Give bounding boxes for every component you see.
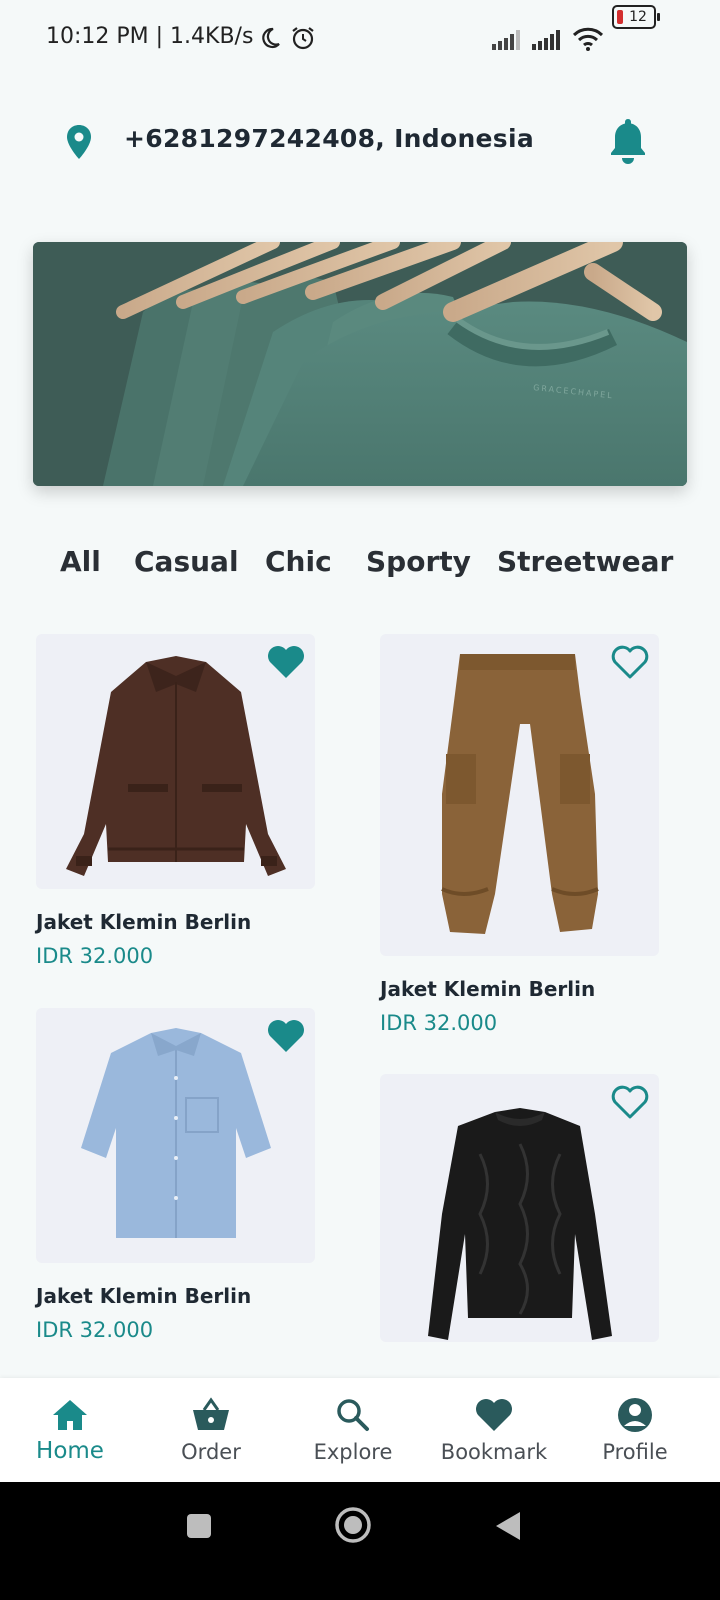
category-casual[interactable]: Casual [134,545,239,578]
basket-icon [193,1397,229,1430]
wifi-icon [572,27,604,51]
nav-label: Explore [313,1440,393,1464]
nav-label: Profile [602,1440,668,1464]
bookmark-heart-filled-icon[interactable] [266,644,306,680]
status-bar: 10:12 PM | 1.4KB/s 12 [0,0,720,80]
product-name: Jaket Klemin Berlin [380,977,596,1001]
home-icon [53,1400,87,1430]
heart-icon [476,1399,512,1431]
product-price: IDR 32.000 [380,1011,498,1035]
battery-level: 12 [629,9,647,25]
back-icon[interactable] [494,1510,522,1542]
battery-icon: 12 [612,5,660,29]
nav-order[interactable]: Order [141,1378,281,1482]
profile-icon [618,1398,652,1432]
category-streetwear[interactable]: Streetwear [497,545,673,578]
product-card[interactable]: Jaket Klemin Berlin IDR 32.000 [36,634,316,974]
moon-icon [262,27,280,49]
product-name: Jaket Klemin Berlin [36,910,252,934]
product-card[interactable] [380,1074,660,1342]
banner-image: GRACECHAPEL [33,242,687,486]
alarm-icon [292,27,314,50]
signal-icon-2 [532,30,560,50]
product-price: IDR 32.000 [36,944,154,968]
bookmark-heart-outline-icon[interactable] [610,1084,650,1120]
bookmark-heart-outline-icon[interactable] [610,644,650,680]
nav-bookmark[interactable]: Bookmark [424,1378,564,1482]
location-pin-icon [67,125,91,159]
recent-apps-icon[interactable] [185,1512,213,1540]
product-image[interactable] [380,634,659,956]
category-sporty[interactable]: Sporty [366,545,471,578]
nav-profile[interactable]: Profile [565,1378,705,1482]
home-button-icon[interactable] [334,1506,372,1544]
status-time: 10:12 PM | 1.4KB/s [46,24,254,49]
notification-bell-icon[interactable] [608,116,648,164]
nav-label: Order [181,1440,241,1464]
search-icon [337,1399,369,1431]
promo-banner[interactable]: GRACECHAPEL [33,242,687,486]
brown-cargo-pants-image [441,654,599,934]
category-chic[interactable]: Chic [265,545,332,578]
bottom-navigation: Home Order Explore Bookmark Profile [0,1378,720,1482]
nav-home[interactable]: Home [0,1378,140,1482]
product-price: IDR 32.000 [36,1318,154,1342]
nav-explore[interactable]: Explore [283,1378,423,1482]
bookmark-heart-filled-icon[interactable] [266,1018,306,1054]
nav-label: Bookmark [440,1440,548,1464]
product-name: Jaket Klemin Berlin [36,1284,252,1308]
product-card[interactable]: Jaket Klemin Berlin IDR 32.000 [380,634,660,1035]
location-text[interactable]: +6281297242408, Indonesia [124,124,534,153]
category-tabs: All Casual Chic Sporty Streetwear [60,545,700,585]
signal-icon-1 [492,30,520,50]
system-navigation-bar [0,1482,720,1600]
category-all[interactable]: All [60,545,101,578]
nav-label: Home [36,1438,104,1464]
product-card[interactable]: Jaket Klemin Berlin IDR 32.000 [36,1008,316,1348]
